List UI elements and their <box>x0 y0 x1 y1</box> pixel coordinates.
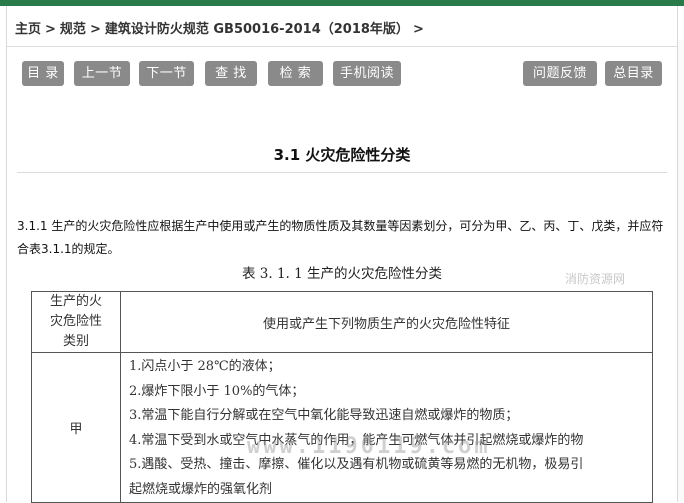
find-button[interactable]: 查 找 <box>205 61 257 86</box>
section-title: 3.1 火灾危险性分类 <box>273 146 411 164</box>
watermark-large: www.1190119.com <box>247 434 491 459</box>
table-header-row: 生产的火灾危险性类别 使用或产生下列物质生产的火灾危险性特征 <box>31 291 653 353</box>
title-divider <box>17 172 667 173</box>
list-item: 起燃烧或爆炸的强氧化剂 <box>129 481 273 497</box>
fire-risk-table: 生产的火灾危险性类别 使用或产生下列物质生产的火灾危险性特征 甲 1.闪点小于 … <box>31 291 653 503</box>
toc-button[interactable]: 目 录 <box>22 61 64 86</box>
list-item: 3.常温下能自行分解或在空气中氧化能导致迅速自燃或爆炸的物质； <box>129 408 519 423</box>
breadcrumb-separator: > <box>89 22 101 37</box>
table-row: 甲 1.闪点小于 28℃的液体； 2.爆炸下限小于 10%的气体； 3.常温下能… <box>31 352 653 503</box>
breadcrumb-current-spec[interactable]: 建筑设计防火规范 GB50016-2014（2018年版） <box>105 18 409 42</box>
page-content: 主页 > 规范 > 建筑设计防火规范 GB50016-2014（2018年版） > 目 录… <box>6 6 678 503</box>
feature-cell: 1.闪点小于 28℃的液体； 2.爆炸下限小于 10%的气体； 3.常温下能自行… <box>120 352 653 503</box>
mobile-read-button[interactable]: 手机阅读 <box>333 61 401 86</box>
clause-paragraph: 3.1.1 生产的火灾危险性应根据生产中使用或产生的物质性质及其数量等因素划分，… <box>17 219 664 256</box>
header-category-text: 生产的火灾危险性类别 <box>49 294 102 349</box>
list-item: 1.闪点小于 28℃的液体； <box>129 359 281 374</box>
next-section-button[interactable]: 下一节 <box>139 61 194 86</box>
breadcrumb-separator: > <box>45 22 56 37</box>
watermark-small: 消防资源网 <box>565 272 626 286</box>
breadcrumb-separator: > <box>412 22 424 37</box>
breadcrumb-home[interactable]: 主页 <box>15 18 41 42</box>
list-item: 2.爆炸下限小于 10%的气体； <box>129 383 305 399</box>
breadcrumb-divider <box>7 46 677 47</box>
prev-section-button[interactable]: 上一节 <box>74 61 130 86</box>
header-category: 生产的火灾危险性类别 <box>31 291 121 353</box>
search-button[interactable]: 检 索 <box>268 61 323 86</box>
header-feature: 使用或产生下列物质生产的火灾危险性特征 <box>120 291 653 353</box>
main-toc-button[interactable]: 总目录 <box>605 61 662 86</box>
breadcrumb-specs[interactable]: 规范 <box>60 18 86 42</box>
breadcrumb: 主页 > 规范 > 建筑设计防火规范 GB50016-2014（2018年版） > <box>15 18 428 42</box>
category-cell: 甲 <box>31 352 121 503</box>
right-edge-panel <box>677 40 684 502</box>
feedback-button[interactable]: 问题反馈 <box>523 61 597 86</box>
